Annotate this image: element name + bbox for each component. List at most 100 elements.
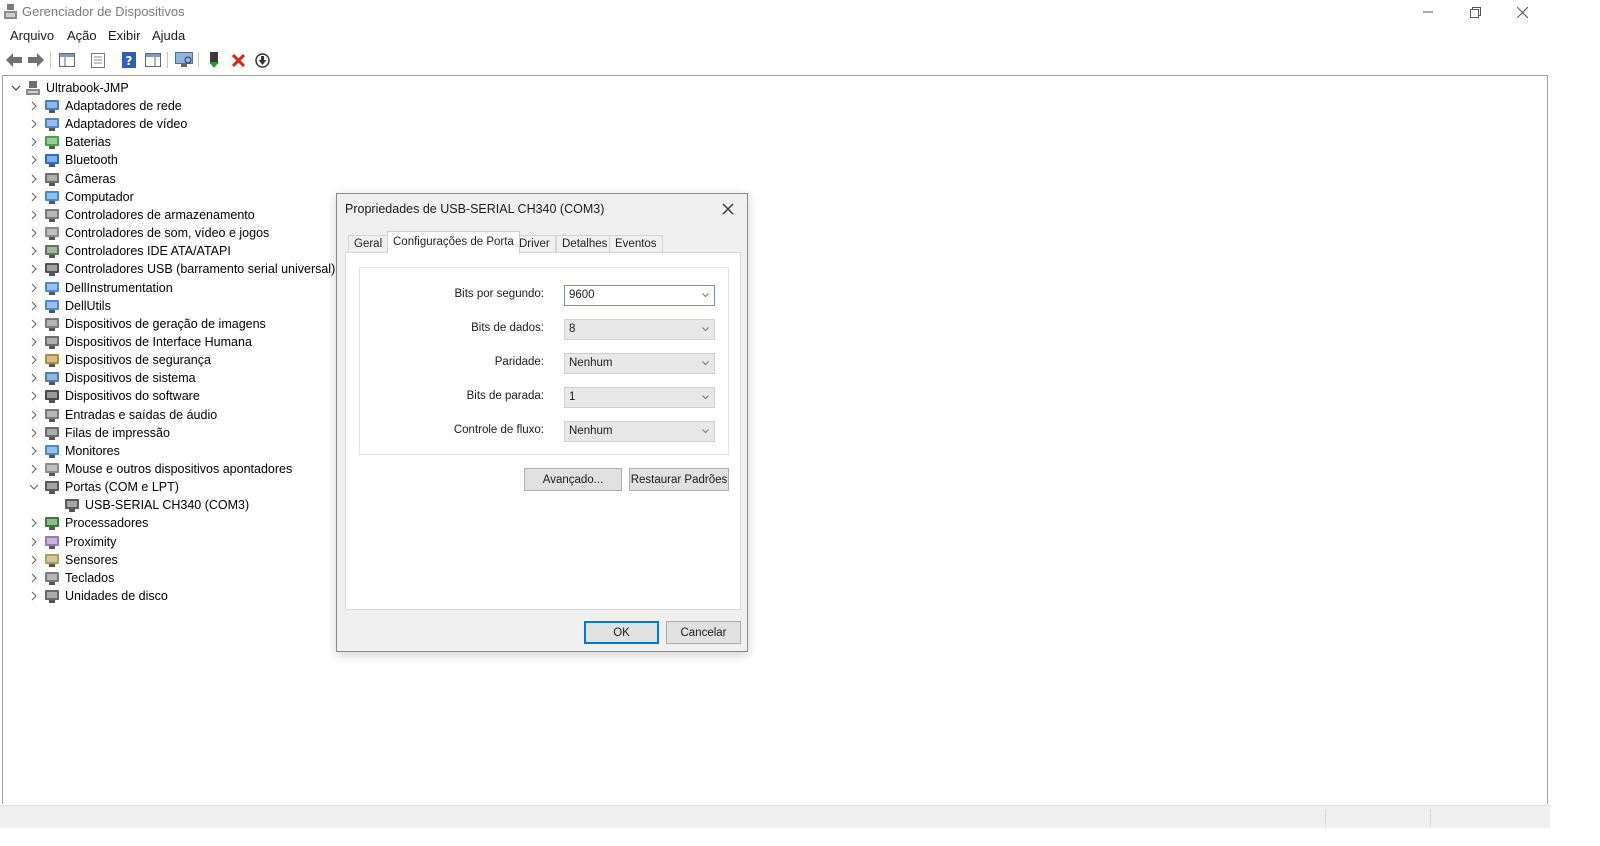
chevron-right-icon[interactable] — [29, 591, 39, 601]
disable-device-button[interactable] — [252, 50, 272, 70]
printer-icon — [45, 426, 59, 440]
tree-item[interactable]: Dispositivos de geração de imagens — [3, 315, 363, 333]
tree-item[interactable]: Sensores — [3, 551, 363, 569]
help-button[interactable]: ? — [119, 50, 139, 70]
scan-hardware-button[interactable] — [174, 50, 194, 70]
cancel-button[interactable]: Cancelar — [666, 621, 741, 644]
chevron-down-icon[interactable] — [11, 83, 21, 93]
menu-ajuda[interactable]: Ajuda — [152, 28, 185, 43]
data-bits-value: 8 — [569, 323, 576, 335]
window-title: Gerenciador de Dispositivos — [22, 4, 185, 19]
advanced-button[interactable]: Avançado... — [524, 468, 622, 491]
chevron-right-icon[interactable] — [29, 428, 39, 438]
chevron-right-icon[interactable] — [29, 391, 39, 401]
chevron-right-icon[interactable] — [29, 518, 39, 528]
chevron-right-icon[interactable] — [29, 537, 39, 547]
chevron-right-icon[interactable] — [29, 573, 39, 583]
parity-select[interactable]: Nenhum — [564, 353, 715, 374]
tab-detalhes[interactable]: Detalhes — [556, 235, 614, 253]
flow-control-select[interactable]: Nenhum — [564, 421, 715, 442]
status-divider — [1325, 809, 1326, 826]
tab-configuracoes-de-porta[interactable]: Configurações de Porta — [387, 231, 520, 254]
chevron-right-icon[interactable] — [29, 174, 39, 184]
back-button[interactable] — [4, 50, 24, 70]
tree-item[interactable]: Controladores de armazenamento — [3, 206, 363, 224]
update-driver-button[interactable] — [205, 50, 225, 70]
tree-item[interactable]: Controladores de som, vídeo e jogos — [3, 224, 363, 242]
chevron-right-icon[interactable] — [29, 283, 39, 293]
tree-item[interactable]: Dispositivos do software — [3, 387, 363, 405]
chevron-down-icon[interactable] — [29, 482, 39, 492]
tree-item[interactable]: Teclados — [3, 569, 363, 587]
menu-arquivo[interactable]: Arquivo — [10, 28, 54, 43]
tree-item[interactable]: DellUtils — [3, 297, 363, 315]
tree-item[interactable]: Dispositivos de Interface Humana — [3, 333, 363, 351]
tree-item[interactable]: Controladores IDE ATA/ATAPI — [3, 242, 363, 260]
chevron-right-icon[interactable] — [29, 155, 39, 165]
tree-item[interactable]: Portas (COM e LPT) — [3, 478, 363, 496]
computer-root-icon — [26, 81, 40, 95]
tree-item-label: Filas de impressão — [65, 425, 170, 440]
port-settings-group: Bits por segundo: 9600 Bits de dados: 8 … — [359, 267, 729, 455]
tree-item[interactable]: Monitores — [3, 442, 363, 460]
action-pane-icon — [145, 53, 161, 67]
chevron-right-icon[interactable] — [29, 192, 39, 202]
chevron-right-icon[interactable] — [29, 264, 39, 274]
restore-defaults-button[interactable]: Restaurar Padrões — [629, 468, 729, 491]
minimize-button[interactable] — [1405, 0, 1451, 24]
tree-item[interactable]: Bluetooth — [3, 151, 363, 169]
tree-item[interactable]: Computador — [3, 188, 363, 206]
tree-item[interactable]: DellInstrumentation — [3, 279, 363, 297]
tree-item[interactable]: Processadores — [3, 514, 363, 532]
menu-bar: Arquivo Ação Exibir Ajuda — [0, 26, 1600, 46]
forward-button[interactable] — [26, 50, 46, 70]
tree-item[interactable]: Adaptadores de vídeo — [3, 115, 363, 133]
data-bits-select[interactable]: 8 — [564, 319, 715, 340]
stop-bits-select[interactable]: 1 — [564, 387, 715, 408]
chevron-right-icon[interactable] — [29, 119, 39, 129]
uninstall-device-button[interactable] — [228, 50, 248, 70]
chevron-right-icon[interactable] — [29, 228, 39, 238]
tree-item[interactable]: Adaptadores de rede — [3, 97, 363, 115]
chevron-right-icon[interactable] — [29, 246, 39, 256]
network-adapter-icon — [45, 100, 59, 113]
chevron-right-icon[interactable] — [29, 373, 39, 383]
menu-acao[interactable]: Ação — [67, 28, 97, 43]
bits-per-second-select[interactable]: 9600 — [564, 285, 715, 306]
console-tree-button[interactable] — [57, 50, 77, 70]
chevron-right-icon[interactable] — [29, 101, 39, 111]
chevron-right-icon[interactable] — [29, 319, 39, 329]
tree-item[interactable]: Mouse e outros dispositivos apontadores — [3, 460, 363, 478]
tree-item[interactable]: Controladores USB (barramento serial uni… — [3, 260, 363, 278]
tree-item[interactable]: Câmeras — [3, 170, 363, 188]
status-divider — [1430, 809, 1431, 826]
tab-geral[interactable]: Geral — [348, 235, 389, 253]
tree-item[interactable]: Dispositivos de segurança — [3, 351, 363, 369]
tree-item[interactable]: Baterias — [3, 133, 363, 151]
chevron-right-icon[interactable] — [29, 355, 39, 365]
chevron-right-icon[interactable] — [29, 137, 39, 147]
chevron-right-icon[interactable] — [29, 210, 39, 220]
action-pane-button[interactable] — [143, 50, 163, 70]
port-icon — [45, 481, 59, 495]
chevron-right-icon[interactable] — [29, 464, 39, 474]
chevron-right-icon[interactable] — [29, 555, 39, 565]
properties-button[interactable] — [88, 50, 108, 70]
tree-root[interactable]: Ultrabook-JMP — [3, 79, 403, 97]
chevron-right-icon[interactable] — [29, 410, 39, 420]
tree-item[interactable]: Proximity — [3, 533, 363, 551]
tree-item[interactable]: Dispositivos de sistema — [3, 369, 363, 387]
chevron-right-icon[interactable] — [29, 301, 39, 311]
chevron-right-icon[interactable] — [29, 337, 39, 347]
tree-child-item[interactable]: USB-SERIAL CH340 (COM3) — [3, 496, 363, 514]
tree-item[interactable]: Filas de impressão — [3, 424, 363, 442]
menu-exibir[interactable]: Exibir — [108, 28, 141, 43]
tree-item[interactable]: Entradas e saídas de áudio — [3, 406, 363, 424]
close-button[interactable] — [1499, 0, 1545, 24]
restore-button[interactable] — [1452, 0, 1498, 24]
tab-eventos[interactable]: Eventos — [609, 235, 663, 253]
ok-button[interactable]: OK — [584, 621, 659, 644]
tree-item[interactable]: Unidades de disco — [3, 587, 363, 605]
chevron-right-icon[interactable] — [29, 446, 39, 456]
dialog-close-icon[interactable] — [721, 202, 735, 216]
